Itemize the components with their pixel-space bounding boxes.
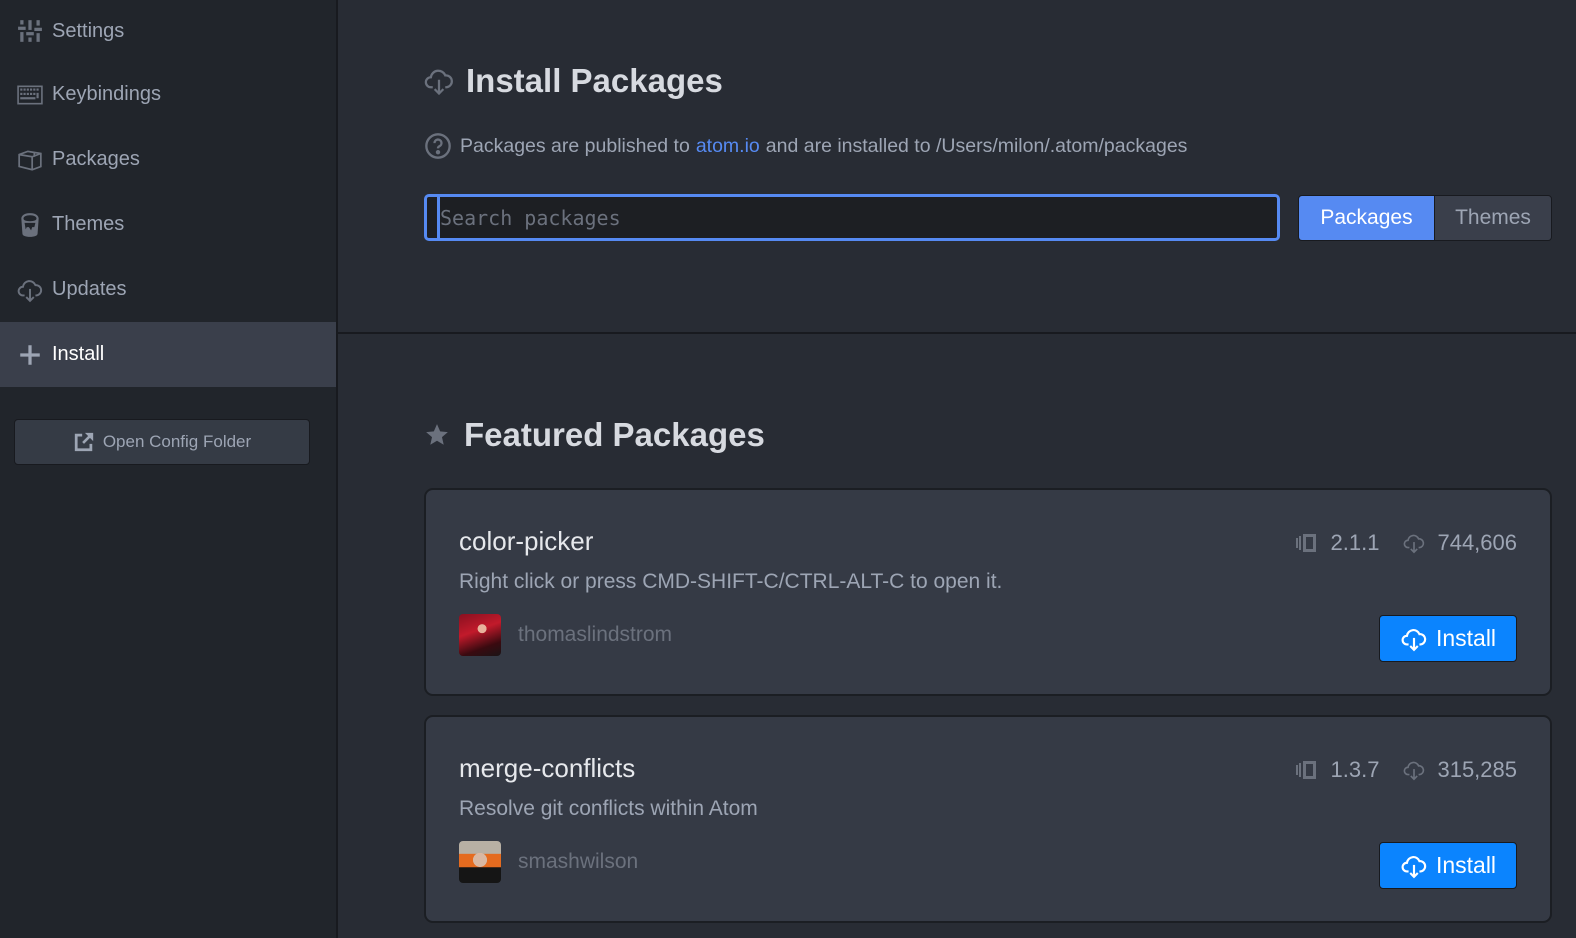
sidebar-item-packages[interactable]: Packages (0, 127, 336, 192)
plus-icon (16, 341, 44, 369)
sidebar-item-label: Updates (52, 278, 127, 300)
featured-packages-title: Featured Packages (464, 416, 765, 453)
sidebar-item-install[interactable]: Install (0, 322, 336, 387)
owner-name[interactable]: smashwilson (518, 850, 638, 874)
install-button-label: Install (1435, 625, 1497, 651)
settings-view: Settings Keybindings Packages Themes Upd… (0, 0, 1576, 938)
toggle-themes-button[interactable]: Themes (1434, 196, 1551, 240)
toggle-packages-button[interactable]: Packages (1299, 196, 1434, 240)
package-description: Right click or press CMD-SHIFT-C/CTRL-AL… (459, 570, 1003, 593)
featured-packages-heading: Featured Packages (424, 416, 765, 454)
sidebar-item-themes[interactable]: Themes (0, 192, 336, 257)
sidebar-nav: Settings Keybindings Packages Themes Upd… (0, 0, 336, 387)
package-name[interactable]: merge-conflicts (459, 753, 635, 784)
install-info: Packages are published to atom.io and ar… (424, 132, 1187, 160)
paintcan-icon (16, 211, 44, 239)
package-name[interactable]: color-picker (459, 526, 593, 557)
avatar[interactable] (459, 841, 501, 883)
cloud-download-icon (1404, 534, 1425, 554)
package-owner: smashwilson (459, 841, 638, 883)
package-card[interactable]: merge-conflicts Resolve git conflicts wi… (424, 715, 1552, 923)
sidebar-item-label: Themes (52, 213, 125, 235)
avatar[interactable] (459, 614, 501, 656)
install-header-section: Install Packages Packages are published … (338, 0, 1576, 334)
info-suffix: and are installed to /Users/milon/.atom/… (765, 134, 1188, 157)
cloud-download-icon (1401, 855, 1427, 878)
install-button[interactable]: Install (1379, 615, 1517, 662)
package-stats: 2.1.1 744,606 (1295, 530, 1517, 556)
sidebar-item-settings[interactable]: Settings (0, 0, 336, 62)
search-input[interactable] (440, 197, 1277, 238)
sidebar-item-label: Install (52, 343, 105, 365)
page-title-text: Install Packages (466, 62, 723, 99)
question-icon (425, 133, 451, 159)
package-card[interactable]: color-picker Right click or press CMD-SH… (424, 488, 1552, 696)
package-stats: 1.3.7 315,285 (1295, 757, 1517, 783)
versions-icon (1295, 534, 1316, 552)
package-version: 1.3.7 (1330, 757, 1380, 782)
install-button-label: Install (1435, 852, 1497, 878)
sidebar-item-updates[interactable]: Updates (0, 257, 336, 322)
star-icon (426, 424, 448, 445)
owner-name[interactable]: thomaslindstrom (518, 623, 672, 647)
keyboard-icon (16, 81, 44, 109)
install-button[interactable]: Install (1379, 842, 1517, 889)
info-prefix: Packages are published to (460, 134, 690, 157)
package-downloads: 744,606 (1437, 530, 1517, 555)
open-config-folder-label: Open Config Folder (102, 432, 252, 451)
sidebar-item-keybindings[interactable]: Keybindings (0, 62, 336, 127)
package-version: 2.1.1 (1330, 530, 1380, 555)
search-type-toggle: Packages Themes (1298, 195, 1552, 241)
versions-icon (1295, 761, 1316, 779)
sidebar-item-label: Settings (52, 19, 125, 42)
sidebar-item-label: Packages (52, 148, 140, 170)
page-title: Install Packages (424, 62, 723, 100)
package-icon (16, 146, 44, 174)
cloud-download-icon (424, 69, 453, 96)
cloud-download-icon (16, 276, 44, 304)
sliders-icon (16, 17, 44, 45)
atom-io-link[interactable]: atom.io (696, 135, 760, 158)
open-config-folder-button[interactable]: Open Config Folder (14, 419, 310, 465)
cloud-download-icon (1404, 761, 1425, 781)
search-field (424, 194, 1280, 241)
package-downloads: 315,285 (1437, 757, 1517, 782)
package-owner: thomaslindstrom (459, 614, 672, 656)
package-description: Resolve git conflicts within Atom (459, 797, 758, 820)
link-external-icon (74, 432, 93, 452)
install-panel: Install Packages Packages are published … (338, 0, 1576, 938)
sidebar-item-label: Keybindings (52, 83, 161, 105)
sidebar: Settings Keybindings Packages Themes Upd… (0, 0, 338, 938)
cloud-download-icon (1401, 628, 1427, 651)
